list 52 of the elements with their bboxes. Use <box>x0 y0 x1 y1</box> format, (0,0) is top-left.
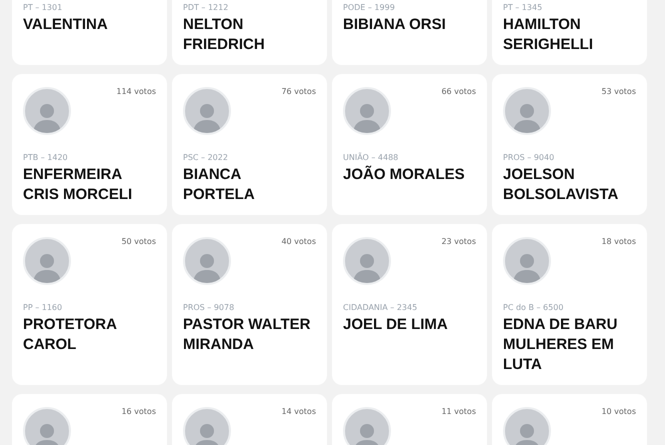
candidate-card[interactable]: PDT – 1212 NELTON FRIEDRICH <box>172 0 327 65</box>
candidate-card[interactable]: PODE – 1999 BIBIANA ORSI <box>332 0 487 65</box>
vote-count: 76 votos <box>281 87 316 96</box>
vote-count: 14 votos <box>281 407 316 416</box>
candidate-name: BIANCA PORTELA <box>183 165 256 205</box>
candidate-name: JOEL DE LIMA <box>343 315 449 335</box>
candidate-name: HAMILTON SERIGHELLI <box>503 15 594 55</box>
candidate-card[interactable]: 10 votos <box>492 394 647 445</box>
candidate-name: ENFERMEIRA CRIS MORCELI <box>23 165 134 205</box>
vote-count: 66 votos <box>441 87 476 96</box>
candidate-card[interactable]: 50 votos PP – 1160 PROTETORA CAROL <box>12 224 167 385</box>
party-number: PDT – 1212 <box>183 3 230 12</box>
party-number: PP – 1160 <box>23 303 64 312</box>
candidate-card[interactable]: 66 votos UNIÃO – 4488 JOÃO MORALES <box>332 74 487 215</box>
vote-count: 40 votos <box>281 237 316 246</box>
candidate-card[interactable]: 53 votos PROS – 9040 JOELSON BOLSOLAVISTA <box>492 74 647 215</box>
party-number: PC do B – 6500 <box>503 303 564 312</box>
candidate-name: NELTON FRIEDRICH <box>183 15 266 55</box>
party-number: PT – 1301 <box>23 3 64 12</box>
candidate-card[interactable]: 14 votos <box>172 394 327 445</box>
party-number: PROS – 9078 <box>183 303 236 312</box>
candidate-card[interactable]: 40 votos PROS – 9078 PASTOR WALTER MIRANDA <box>172 224 327 385</box>
candidate-card[interactable]: PT – 1345 HAMILTON SERIGHELLI <box>492 0 647 65</box>
candidate-name: JOELSON BOLSOLAVISTA <box>503 165 620 205</box>
candidate-card[interactable]: 23 votos CIDADANIA – 2345 JOEL DE LIMA <box>332 224 487 385</box>
vote-count: 10 votos <box>601 407 636 416</box>
party-number: PODE – 1999 <box>343 3 396 12</box>
candidate-card[interactable]: 11 votos <box>332 394 487 445</box>
candidate-name: JOÃO MORALES <box>343 165 466 185</box>
vote-count: 114 votos <box>116 87 156 96</box>
candidate-name: PASTOR WALTER MIRANDA <box>183 315 312 355</box>
candidate-name: PROTETORA CAROL <box>23 315 118 355</box>
candidate-name: VALENTINA <box>23 15 109 35</box>
party-number: UNIÃO – 4488 <box>343 153 400 162</box>
candidate-card[interactable]: 18 votos PC do B – 6500 EDNA DE BARU MULHERES EM LUTA <box>492 224 647 385</box>
candidate-card[interactable]: 114 votos PTB – 1420 ENFERMEIRA CRIS MORCELI <box>12 74 167 215</box>
party-number: PROS – 9040 <box>503 153 556 162</box>
party-number: CIDADANIA – 2345 <box>343 303 418 312</box>
party-number: PT – 1345 <box>503 3 544 12</box>
candidate-card[interactable]: 16 votos <box>12 394 167 445</box>
party-number: PSC – 2022 <box>183 153 229 162</box>
vote-count: 18 votos <box>601 237 636 246</box>
vote-count: 23 votos <box>441 237 476 246</box>
party-number: PTB – 1420 <box>23 153 69 162</box>
candidate-card[interactable]: PT – 1301 VALENTINA <box>12 0 167 65</box>
vote-count: 53 votos <box>601 87 636 96</box>
candidate-name: EDNA DE BARU MULHERES EM LUTA <box>503 315 618 375</box>
vote-count: 50 votos <box>121 237 156 246</box>
vote-count: 16 votos <box>121 407 156 416</box>
vote-count: 11 votos <box>441 407 476 416</box>
candidate-name: BIBIANA ORSI <box>343 15 447 35</box>
candidate-card[interactable]: 76 votos PSC – 2022 BIANCA PORTELA <box>172 74 327 215</box>
